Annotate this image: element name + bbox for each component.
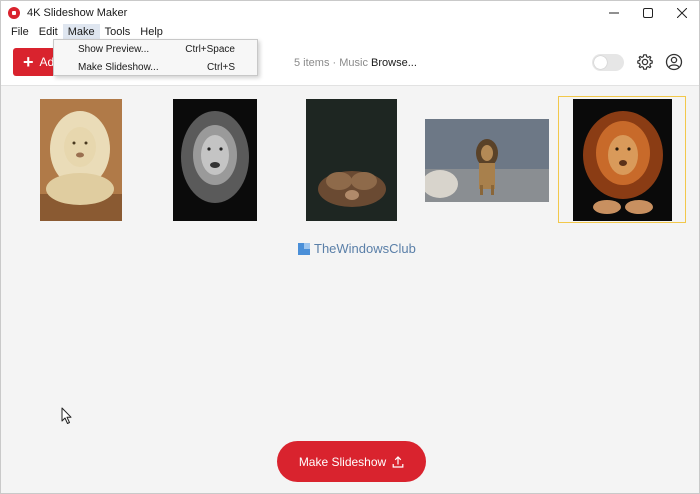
- lion-paws-image: [306, 99, 397, 221]
- minimize-icon: [609, 12, 619, 13]
- watermark-text: TheWindowsClub: [314, 241, 416, 256]
- white-lion-image: [40, 99, 122, 221]
- make-dropdown-menu: Show Preview... Ctrl+Space Make Slidesho…: [53, 39, 258, 76]
- music-browse-link[interactable]: Browse...: [371, 57, 417, 69]
- photo-thumbnail-2[interactable]: [173, 99, 257, 221]
- menu-edit[interactable]: Edit: [34, 24, 63, 40]
- user-icon: [665, 53, 683, 71]
- make-slideshow-menu-label: Make Slideshow...: [78, 62, 159, 73]
- settings-button[interactable]: [636, 53, 654, 71]
- make-slideshow-shortcut: Ctrl+S: [206, 62, 235, 73]
- menu-file[interactable]: File: [6, 24, 34, 40]
- make-slideshow-button[interactable]: Make Slideshow: [277, 441, 426, 482]
- windows-club-logo-icon: [298, 242, 310, 255]
- bw-lion-image: [173, 99, 257, 221]
- menu-tools[interactable]: Tools: [100, 24, 136, 40]
- orange-lion-image: [573, 99, 672, 221]
- photo-thumbnail-3[interactable]: [306, 99, 397, 221]
- photo-thumbnail-4[interactable]: [425, 119, 549, 202]
- photo-thumbnail-5[interactable]: [573, 99, 672, 221]
- watermark: TheWindowsClub: [298, 241, 416, 256]
- gear-icon: [637, 54, 653, 70]
- toggle-knob: [594, 56, 607, 69]
- title-bar: 4K Slideshow Maker: [1, 1, 699, 24]
- menu-help[interactable]: Help: [135, 24, 168, 40]
- account-button[interactable]: [665, 53, 683, 71]
- make-slideshow-label: Make Slideshow: [298, 454, 387, 469]
- plus-icon: +: [23, 52, 34, 72]
- smart-mode-toggle[interactable]: [592, 54, 624, 71]
- mouse-cursor-icon: [61, 407, 72, 424]
- close-icon: [677, 7, 687, 18]
- menu-item-make-slideshow[interactable]: Make Slideshow... Ctrl+S: [54, 60, 257, 76]
- menu-make[interactable]: Make: [62, 24, 100, 40]
- menu-bar: File Edit Make Tools Help: [1, 24, 699, 40]
- show-preview-shortcut: Ctrl+Space: [185, 44, 235, 55]
- window-title: 4K Slideshow Maker: [27, 6, 128, 19]
- items-info: 5 items · Music Browse...: [294, 57, 417, 69]
- menu-item-show-preview[interactable]: Show Preview... Ctrl+Space: [54, 42, 257, 58]
- app-window: 4K Slideshow Maker File Edit Make Tools …: [0, 0, 700, 494]
- add-button-label: Ad: [39, 55, 55, 69]
- show-preview-label: Show Preview...: [78, 44, 150, 55]
- maximize-button[interactable]: [631, 1, 665, 24]
- maximize-icon: [643, 7, 653, 18]
- close-button[interactable]: [665, 1, 699, 24]
- upload-icon: [392, 455, 404, 468]
- window-controls: [597, 1, 699, 24]
- standing-lion-image: [425, 119, 549, 202]
- app-logo-icon: [8, 6, 20, 19]
- items-count: 5 items · Music: [294, 57, 368, 69]
- minimize-button[interactable]: [597, 1, 631, 24]
- photo-thumbnail-1[interactable]: [40, 99, 122, 221]
